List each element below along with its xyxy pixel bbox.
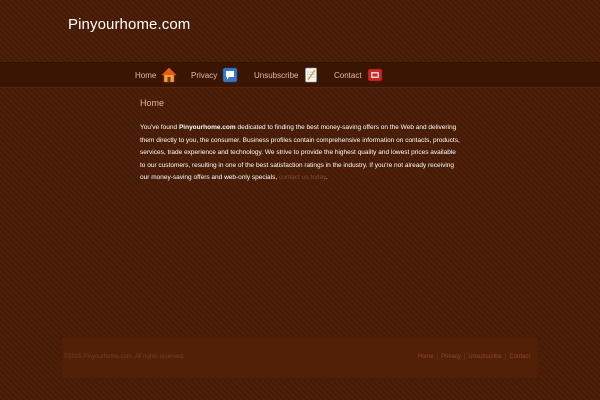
footer-separator: | [504,354,507,360]
page-title: Home [140,98,165,108]
footer-link-home[interactable]: Home [418,354,434,360]
footer-separator: | [436,354,439,360]
nav-home[interactable]: Home [135,63,178,87]
telephone-icon [367,67,383,83]
main-content: Home You've found Pinyourhome.com dedica… [140,98,460,185]
contact-us-link[interactable]: contact us today [279,174,326,181]
nav-privacy[interactable]: Privacy [191,63,238,87]
nav-unsubscribe-label: Unsubscribe [254,70,299,80]
nav-home-label: Home [135,70,157,80]
footer-links: Home | Privacy | Unsubscribe | Contact [418,354,530,360]
footer-separator: | [463,354,466,360]
brand-name: Pinyourhome.com [178,124,236,131]
nav-unsubscribe[interactable]: Unsubscribe [254,63,319,87]
speech-bubble-icon [222,67,238,83]
footer-link-unsubscribe[interactable]: Unsubscribe [468,354,501,360]
copyright-text: ©2015 Pinyourhome.com. All rights reserv… [64,354,185,360]
nav-contact[interactable]: Contact [334,63,383,87]
footer-link-contact[interactable]: Contact [509,354,530,360]
nav-contact-label: Contact [334,70,362,80]
nav-privacy-label: Privacy [191,70,218,80]
body-text: dedicated to finding the best money-savi… [140,124,460,181]
main-navigation: Home Privacy Unsubscribe Contact [0,62,600,88]
site-title[interactable]: Pinyourhome.com [68,16,190,33]
ending-punctuation: . [325,174,328,181]
house-icon [161,67,178,83]
footer: ©2015 Pinyourhome.com. All rights reserv… [60,336,540,380]
footer-link-privacy[interactable]: Privacy [441,354,461,360]
intro-paragraph: You've found Pinyourhome.com dedicated t… [140,122,460,185]
notepad-icon [303,67,319,83]
intro-text: You've found [140,124,179,131]
